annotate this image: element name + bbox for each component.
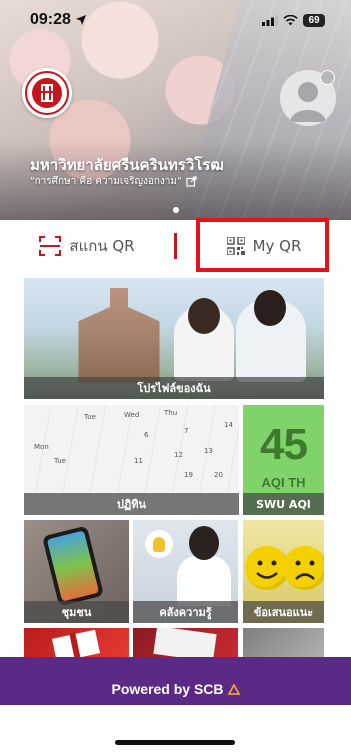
- profile-student-image: [236, 290, 306, 382]
- tile-community[interactable]: ชุมชน: [24, 520, 129, 623]
- tile-feedback-label: ข้อเสนอแนะ: [243, 601, 324, 623]
- knowledge-student-image: [177, 526, 231, 606]
- tile-gift[interactable]: [24, 628, 129, 658]
- gift-icon: [51, 629, 101, 658]
- status-clock: 09:28: [30, 11, 87, 29]
- tile-aqi-label: SWU AQI: [243, 493, 324, 515]
- status-icons: 69: [262, 13, 325, 27]
- scan-qr-icon: [39, 236, 62, 256]
- wifi-icon: [283, 14, 298, 25]
- powered-by: Powered by SCB: [0, 681, 351, 697]
- my-qr-label: My QR: [252, 237, 302, 255]
- carousel-page-indicator: [172, 207, 179, 213]
- status-bar: 09:28 69: [0, 0, 351, 40]
- location-arrow-icon: [75, 15, 86, 25]
- battery-icon: 69: [303, 13, 325, 27]
- slogan-text: "การศึกษา คือ ความเจริญงอกงาม": [30, 176, 182, 187]
- qr-code-icon: [226, 237, 245, 255]
- scan-qr-label: สแกน QR: [69, 237, 135, 255]
- home-area: [0, 705, 351, 755]
- my-qr-button[interactable]: My QR: [177, 220, 351, 272]
- powered-by-text: Powered by SCB: [111, 681, 224, 697]
- tile-swu[interactable]: [133, 628, 238, 658]
- tile-feedback[interactable]: ข้อเสนอแนะ: [243, 520, 324, 623]
- calendar-image: Tue Wed Thu Mon Tue 6 7 13 12 11 19 20 1…: [34, 409, 233, 479]
- scan-qr-button[interactable]: สแกน QR: [0, 220, 174, 272]
- profile-student-image: [174, 298, 234, 381]
- status-time: 09:28: [30, 11, 71, 28]
- tile-profile[interactable]: โปรไฟล์ของฉัน: [24, 278, 324, 399]
- notification-badge[interactable]: [320, 70, 335, 85]
- sad-face-icon: [283, 546, 324, 590]
- university-logo: [22, 68, 72, 118]
- tile-knowledge-label: คลังความรู้: [133, 601, 238, 623]
- aqi-value: 45: [260, 420, 308, 469]
- external-link-icon: [186, 176, 197, 187]
- tile-calendar-label: ปฏิทิน: [24, 493, 239, 515]
- community-phone-image: [41, 525, 105, 607]
- tile-calendar[interactable]: Tue Wed Thu Mon Tue 6 7 13 12 11 19 20 1…: [24, 405, 239, 515]
- tile-aqi[interactable]: 45 AQI TH SWU AQI: [243, 405, 324, 515]
- qr-action-row: สแกน QR My QR: [0, 220, 351, 272]
- tile-profile-label: โปรไฟล์ของฉัน: [24, 377, 324, 399]
- university-slogan[interactable]: "การศึกษา คือ ความเจริญงอกงาม": [30, 174, 197, 189]
- signal-icon: [262, 14, 278, 26]
- swu-banner-image: [153, 628, 217, 658]
- tile-knowledge[interactable]: คลังความรู้: [133, 520, 238, 623]
- profile-building-image: [78, 288, 160, 383]
- tile-building[interactable]: [243, 628, 324, 658]
- lightbulb-icon: [145, 530, 173, 558]
- aqi-unit: AQI TH: [261, 475, 306, 490]
- tile-community-label: ชุมชน: [24, 601, 129, 623]
- scb-logo-icon: [227, 683, 240, 695]
- home-indicator[interactable]: [115, 740, 235, 745]
